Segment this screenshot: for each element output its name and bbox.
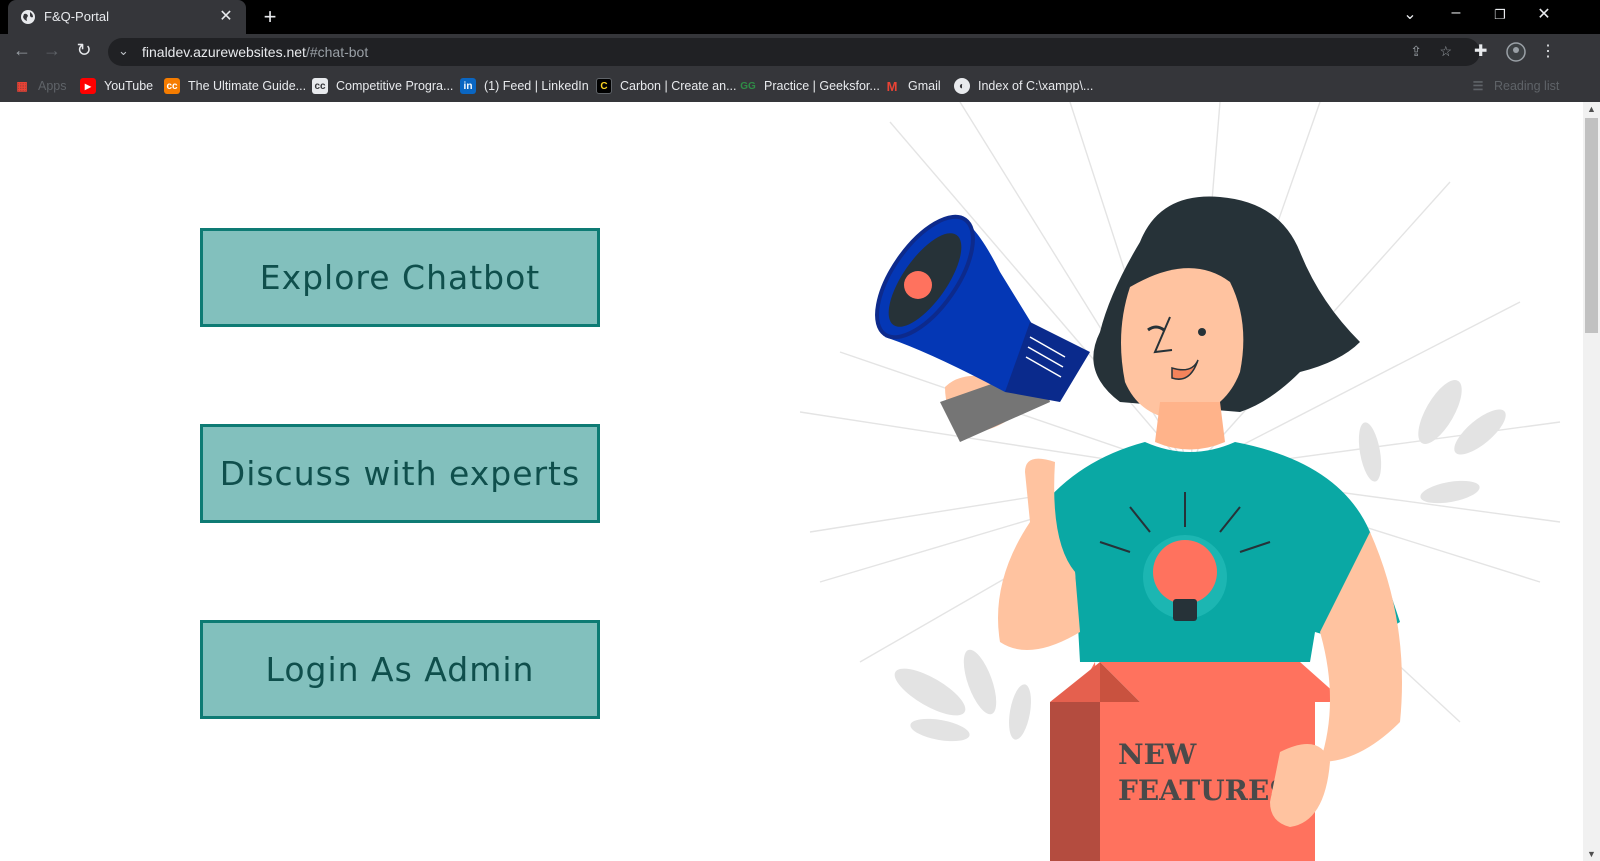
window-close-icon[interactable]: ✕ — [1532, 4, 1556, 24]
apps-grid-icon: ▦ — [16, 79, 28, 93]
bookmark-xampp-index[interactable]: ◐ Index of C:\xampp\... — [954, 76, 1093, 96]
discuss-with-experts-button[interactable]: Discuss with experts — [200, 424, 600, 523]
linkedin-icon: in — [460, 78, 476, 94]
neck — [1155, 402, 1225, 450]
gmail-icon: M — [886, 78, 898, 94]
site-info-icon[interactable]: ⌄ — [118, 43, 129, 59]
eye-right — [1198, 328, 1206, 336]
youtube-icon: ▶ — [80, 78, 96, 94]
profile-avatar-icon[interactable] — [1506, 42, 1526, 62]
bookmark-ultimate-guide[interactable]: cc The Ultimate Guide... — [164, 76, 306, 96]
tab-search-icon[interactable]: ⌄ — [1398, 4, 1422, 24]
browser-chrome: F&Q-Portal ✕ + ⌄ – ❐ ✕ ← → ↻ ⌄ finaldev.… — [0, 0, 1600, 102]
cc-icon: cc — [312, 78, 328, 94]
bookmark-gmail[interactable]: M Gmail — [884, 76, 941, 96]
cc-icon: cc — [164, 78, 180, 94]
scroll-down-icon[interactable]: ▼ — [1586, 849, 1597, 859]
star-icon[interactable]: ☆ — [1439, 43, 1452, 60]
box-text-features: FEATURES — [1118, 774, 1290, 807]
url-text[interactable]: finaldev.azurewebsites.net/#chat-bot — [142, 44, 368, 60]
extensions-icon[interactable]: ✚ — [1474, 41, 1487, 61]
new-features-illustration: NEW FEATURES — [800, 102, 1561, 861]
megaphone-icon — [875, 214, 1090, 442]
gfg-icon: GG — [740, 80, 756, 92]
minimize-icon[interactable]: – — [1444, 4, 1468, 22]
bookmark-geeksforgeeks[interactable]: GG Practice | Geeksfor... — [740, 76, 880, 96]
restore-icon[interactable]: ❐ — [1488, 7, 1512, 23]
reading-list[interactable]: ☰ Reading list — [1470, 76, 1560, 96]
globe-icon — [21, 10, 35, 24]
back-icon[interactable]: ← — [10, 40, 34, 61]
toolbar: ← → ↻ ⌄ finaldev.azurewebsites.net/#chat… — [0, 34, 1600, 70]
scrollbar-thumb[interactable] — [1585, 118, 1598, 333]
reading-list-icon: ☰ — [1472, 79, 1484, 93]
forward-icon[interactable]: → — [40, 40, 64, 61]
scroll-up-icon[interactable]: ▲ — [1586, 104, 1597, 114]
explore-chatbot-button[interactable]: Explore Chatbot — [200, 228, 600, 327]
bookmark-apps[interactable]: ▦ Apps — [14, 76, 66, 96]
bookmark-competitive-programming[interactable]: cc Competitive Progra... — [312, 76, 453, 96]
bookmark-linkedin[interactable]: in (1) Feed | LinkedIn — [460, 76, 589, 96]
bookmark-youtube[interactable]: ▶ YouTube — [80, 76, 153, 96]
tab-active[interactable]: F&Q-Portal ✕ — [8, 0, 246, 34]
address-bar[interactable]: ⌄ finaldev.azurewebsites.net/#chat-bot ⇪… — [108, 38, 1480, 66]
tab-strip: F&Q-Portal ✕ + ⌄ – ❐ ✕ — [0, 0, 1600, 34]
box-text-new: NEW — [1118, 738, 1197, 771]
share-icon[interactable]: ⇪ — [1410, 43, 1422, 60]
login-as-admin-button[interactable]: Login As Admin — [200, 620, 600, 719]
tab-title: F&Q-Portal — [44, 9, 110, 24]
bookmark-carbon[interactable]: C Carbon | Create an... — [596, 76, 737, 96]
carbon-icon: C — [596, 78, 612, 94]
menu-icon[interactable]: ⋮ — [1540, 41, 1556, 61]
globe-icon: ◐ — [954, 78, 970, 94]
bookmarks-bar: ▦ Apps ▶ YouTube cc The Ultimate Guide..… — [0, 70, 1600, 102]
new-tab-button[interactable]: + — [258, 4, 282, 30]
reload-icon[interactable]: ↻ — [72, 40, 96, 61]
tab-close-icon[interactable]: ✕ — [216, 6, 236, 26]
